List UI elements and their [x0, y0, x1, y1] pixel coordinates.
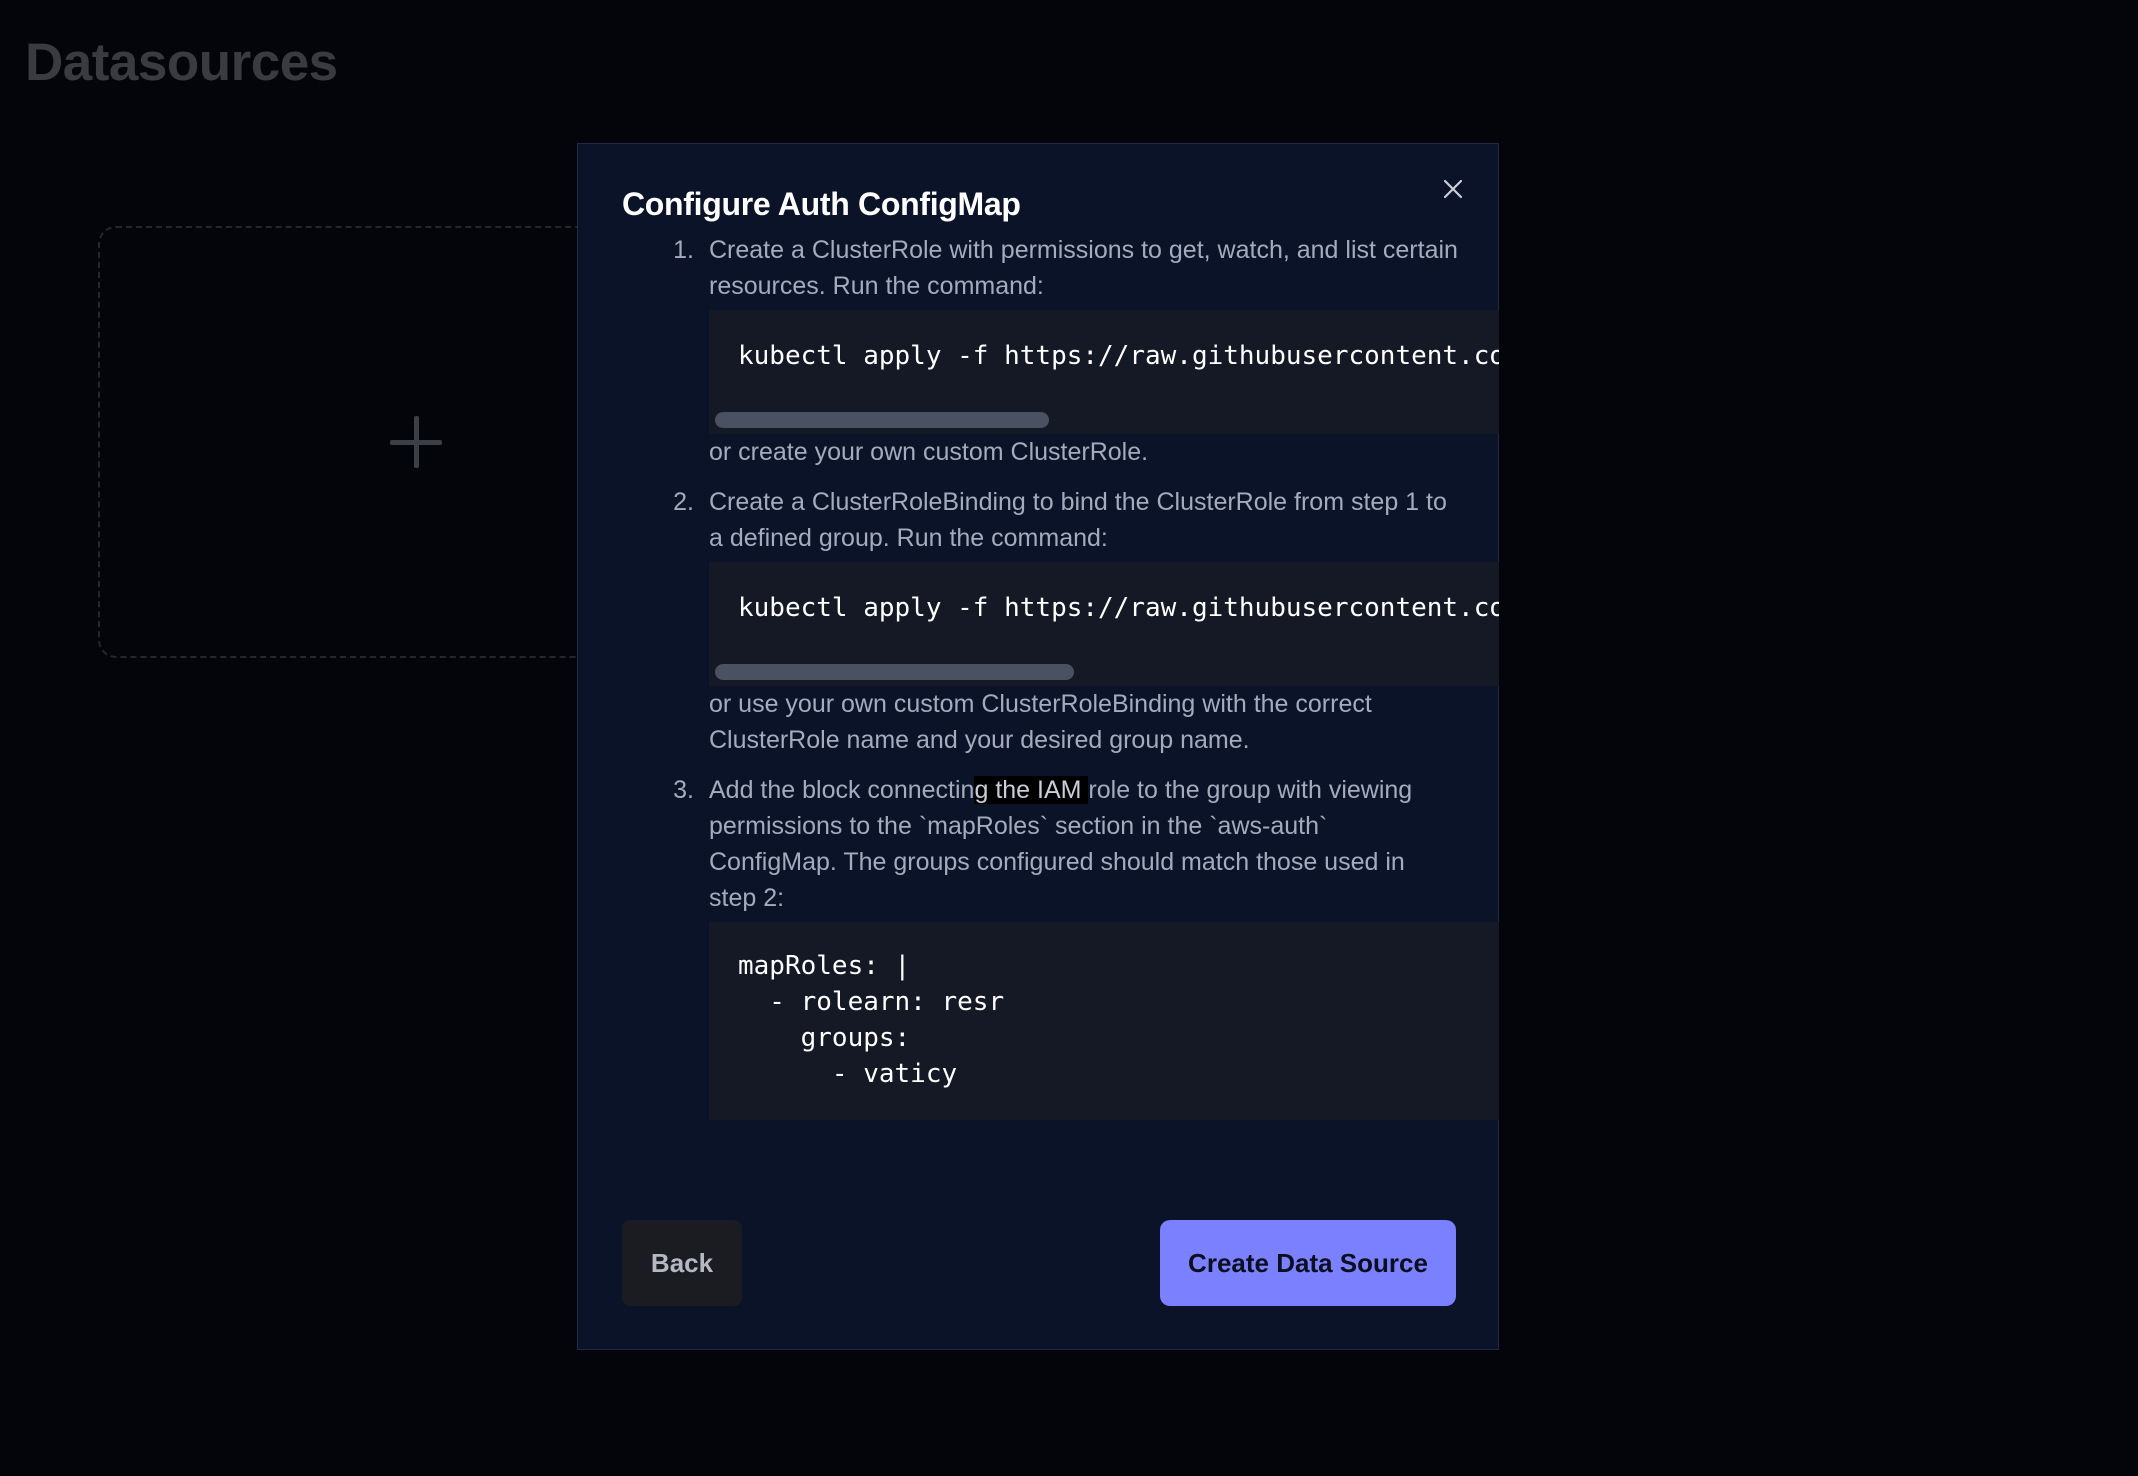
step-number: 3. [673, 776, 694, 804]
step-text-start: Add the block connectin [709, 776, 975, 804]
plus-icon [390, 416, 442, 468]
horizontal-scrollbar[interactable] [715, 412, 1049, 428]
create-data-source-button[interactable]: Create Data Source [1160, 1220, 1456, 1306]
modal-title: Configure Auth ConfigMap [622, 186, 1021, 222]
step-text: Add the block connecting the IAM role to… [709, 772, 1458, 916]
step-number: 2. [673, 488, 694, 516]
step-number: 1. [673, 236, 694, 264]
configure-auth-modal: Configure Auth ConfigMap 1. Create a Clu… [577, 143, 1499, 1350]
code-block[interactable]: kubectl apply -f https://raw.githubuserc… [709, 310, 1499, 434]
step-text: Create a ClusterRole with permissions to… [709, 236, 1458, 300]
step-3: 3. Add the block connecting the IAM role… [622, 772, 1499, 1120]
step-1: 1. Create a ClusterRole with permissions… [622, 232, 1499, 470]
code-text: mapRoles: | - rolearn: resr groups: - va… [738, 951, 1005, 1089]
steps-list: 1. Create a ClusterRole with permissions… [622, 232, 1499, 1134]
code-block[interactable]: mapRoles: | - rolearn: resr groups: - va… [709, 922, 1499, 1120]
code-text: kubectl apply -f https://raw.githubuserc… [738, 593, 1499, 623]
step-text: Create a ClusterRoleBinding to bind the … [709, 488, 1447, 552]
back-button[interactable]: Back [622, 1220, 742, 1306]
close-icon[interactable] [1440, 176, 1466, 202]
step-note: or use your own custom ClusterRoleBindin… [709, 690, 1372, 754]
code-text: kubectl apply -f https://raw.githubuserc… [738, 341, 1499, 371]
text-selection-highlight: g the IAM [974, 776, 1089, 804]
step-2: 2. Create a ClusterRoleBinding to bind t… [622, 484, 1499, 758]
page-title: Datasources [25, 33, 338, 92]
code-block[interactable]: kubectl apply -f https://raw.githubuserc… [709, 562, 1499, 686]
step-note: or create your own custom ClusterRole. [709, 438, 1149, 466]
horizontal-scrollbar[interactable] [715, 664, 1074, 680]
